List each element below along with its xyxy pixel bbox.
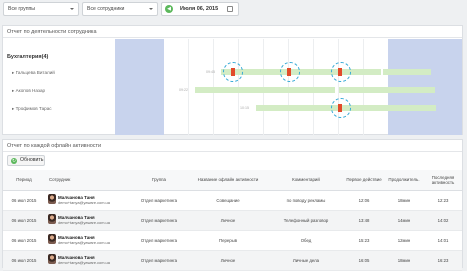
cell-group: Отдел маркетинга (130, 210, 188, 231)
highlight-ring (280, 62, 300, 82)
cell-first-action: 12:06 (344, 190, 384, 211)
offline-activity-panel: Отчет по каждой офлайн активности ↻ Обно… (2, 139, 463, 271)
column-header[interactable]: Название офлайн активности (188, 170, 268, 191)
group-select[interactable]: Все группы (3, 2, 79, 16)
cell-duration: 18мин (384, 190, 424, 211)
cell-group: Отдел маркетинга (130, 250, 188, 271)
cell-group: Отдел маркетинга (130, 190, 188, 211)
cell-employee: Малчанова Таня demo+tanya@yaware.com.ua (45, 210, 130, 231)
table-row[interactable]: 06 июл 2015 Малчанова Таня demo+tanya@ya… (3, 230, 462, 251)
cell-activity: Перерыв (188, 230, 268, 251)
calendar-icon[interactable] (227, 6, 233, 12)
highlight-ring (331, 98, 351, 118)
column-header[interactable]: Последняя активность (424, 170, 462, 191)
cell-duration: 18мин (384, 250, 424, 271)
chevron-down-icon (149, 8, 153, 10)
cell-first-action: 16:05 (344, 250, 384, 271)
employee-email: demo+tanya@yaware.com.ua (58, 240, 110, 245)
filter-bar: Все группы Все сотрудники ◀ Июля 06, 201… (0, 0, 467, 18)
activity-bar[interactable] (339, 87, 435, 93)
cell-employee: Малчанова Таня demo+tanya@yaware.com.ua (45, 250, 130, 271)
cell-last-activity: 12:23 (424, 190, 462, 211)
column-header[interactable]: Период (3, 170, 45, 191)
cell-group: Отдел маркетинга (130, 230, 188, 251)
avatar (48, 253, 56, 264)
employee-row-label[interactable]: ▸ Трофимов Тарас (12, 106, 52, 112)
cell-period: 06 июл 2015 (3, 230, 45, 251)
cell-activity: Совещание (188, 190, 268, 211)
table-toolbar: ↻ Обновить (7, 155, 45, 166)
table-header-row: Период Сотрудник Группа Название офлайн … (3, 170, 462, 191)
employee-row-label[interactable]: ▸ Акопов Назар (12, 88, 45, 94)
cell-duration: 12мин (384, 230, 424, 251)
prev-date-icon[interactable]: ◀ (165, 5, 173, 13)
chevron-down-icon (70, 8, 74, 10)
refresh-icon: ↻ (11, 157, 17, 164)
highlight-ring (331, 62, 351, 82)
cell-comment: Обед (268, 230, 344, 251)
offline-activity-table: Период Сотрудник Группа Название офлайн … (3, 170, 462, 271)
employee-email: demo+tanya@yaware.com.ua (58, 200, 110, 205)
cell-period: 06 июл 2015 (3, 210, 45, 231)
off-hours-zone (115, 39, 164, 135)
cell-first-action: 13:48 (344, 210, 384, 231)
hour-gridline (188, 39, 189, 135)
avatar (48, 193, 56, 204)
cell-last-activity: 14:01 (424, 230, 462, 251)
first-activity-time: 09:45 (206, 70, 215, 74)
table-row[interactable]: 06 июл 2015 Малчанова Таня demo+tanya@ya… (3, 210, 462, 231)
column-header[interactable]: Первое действие (344, 170, 384, 191)
cell-duration: 14мин (384, 210, 424, 231)
activity-bar[interactable] (221, 69, 381, 75)
first-activity-time: 10:15 (240, 106, 249, 110)
table-row[interactable]: 06 июл 2015 Малчанова Таня demo+tanya@ya… (3, 190, 462, 211)
column-header[interactable]: Сотрудник (45, 170, 130, 191)
employee-select[interactable]: Все сотрудники (82, 2, 158, 16)
column-header[interactable]: Группа (130, 170, 188, 191)
date-picker[interactable]: ◀ Июля 06, 2015 (161, 2, 239, 16)
employee-email: demo+tanya@yaware.com.ua (58, 260, 110, 265)
date-label: Июля 06, 2015 (180, 6, 219, 12)
cell-first-action: 15:23 (344, 230, 384, 251)
cell-activity: Личное (188, 210, 268, 231)
cell-comment: по поводу рекламы (268, 190, 344, 211)
employee-email: demo+tanya@yaware.com.ua (58, 220, 110, 225)
employee-row-label[interactable]: ▸ Гальцева Виталий (12, 70, 55, 76)
cell-last-activity: 16:23 (424, 250, 462, 271)
highlight-ring (223, 62, 243, 82)
first-activity-time: 09:22 (179, 88, 188, 92)
cell-last-activity: 14:02 (424, 210, 462, 231)
cell-comment: Личные дела (268, 250, 344, 271)
cell-employee: Малчанова Таня demo+tanya@yaware.com.ua (45, 190, 130, 211)
group-title: Бухгалтерия(4) (7, 54, 49, 60)
table-row[interactable]: 06 июл 2015 Малчанова Таня demo+tanya@ya… (3, 250, 462, 271)
employee-select-value: Все сотрудники (87, 6, 125, 12)
panel-title: Отчет по каждой офлайн активности (3, 140, 462, 152)
employee-activity-panel: Отчет по деятельности сотрудника Бухгалт… (2, 25, 463, 135)
cell-activity: Личное (188, 250, 268, 271)
cell-employee: Малчанова Таня demo+tanya@yaware.com.ua (45, 230, 130, 251)
activity-bar[interactable] (195, 87, 335, 93)
column-header[interactable]: Продолжитель. (384, 170, 424, 191)
avatar (48, 233, 56, 244)
group-select-value: Все группы (8, 6, 36, 12)
column-header[interactable]: Комментарий (268, 170, 344, 191)
avatar (48, 213, 56, 224)
refresh-label: Обновить (20, 157, 44, 163)
panel-title: Отчет по деятельности сотрудника (3, 26, 462, 38)
cell-comment: Телефонный разговор (268, 210, 344, 231)
refresh-button[interactable]: ↻ Обновить (7, 155, 45, 166)
activity-bar[interactable] (383, 69, 431, 75)
cell-period: 06 июл 2015 (3, 250, 45, 271)
cell-period: 06 июл 2015 (3, 190, 45, 211)
activity-timeline: Бухгалтерия(4) ▸ Гальцева Виталий 09:45 … (3, 39, 462, 135)
